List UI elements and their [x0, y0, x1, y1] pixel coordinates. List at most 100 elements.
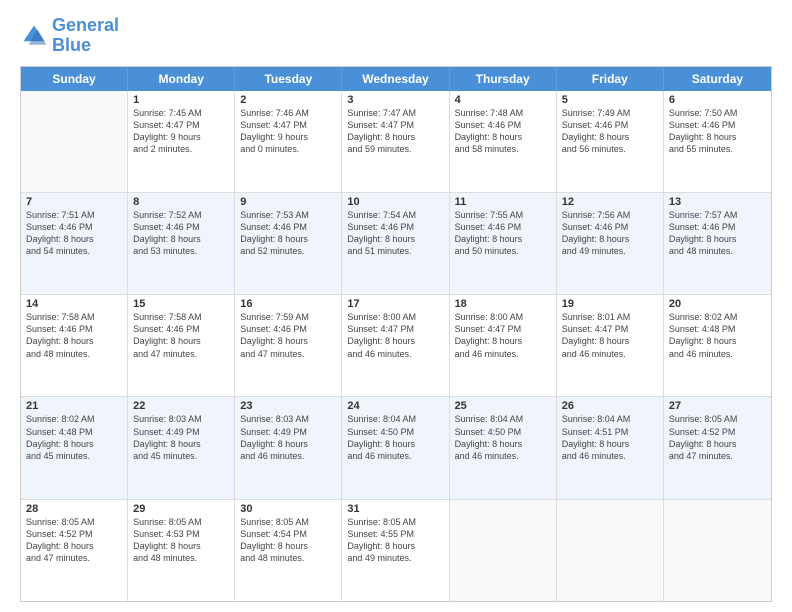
cell-line: Sunset: 4:46 PM: [240, 221, 336, 233]
cal-cell: 13Sunrise: 7:57 AMSunset: 4:46 PMDayligh…: [664, 193, 771, 294]
cell-line: Sunrise: 8:04 AM: [347, 413, 443, 425]
cell-line: Sunset: 4:49 PM: [240, 426, 336, 438]
day-number: 9: [240, 196, 336, 208]
cell-line: Sunrise: 8:04 AM: [455, 413, 551, 425]
cell-line: Sunset: 4:46 PM: [669, 221, 766, 233]
cell-line: and 45 minutes.: [26, 450, 122, 462]
cell-line: and 46 minutes.: [347, 348, 443, 360]
cell-line: Daylight: 8 hours: [562, 438, 658, 450]
cal-cell: 11Sunrise: 7:55 AMSunset: 4:46 PMDayligh…: [450, 193, 557, 294]
cell-line: Daylight: 8 hours: [455, 131, 551, 143]
day-number: 28: [26, 503, 122, 515]
cell-line: Sunset: 4:47 PM: [133, 119, 229, 131]
cell-line: Sunrise: 8:05 AM: [669, 413, 766, 425]
cal-cell: 16Sunrise: 7:59 AMSunset: 4:46 PMDayligh…: [235, 295, 342, 396]
logo-text: General Blue: [52, 16, 119, 56]
logo: General Blue: [20, 16, 119, 56]
calendar: SundayMondayTuesdayWednesdayThursdayFrid…: [20, 66, 772, 602]
cell-line: Daylight: 8 hours: [240, 540, 336, 552]
day-number: 14: [26, 298, 122, 310]
cell-line: Sunset: 4:46 PM: [133, 221, 229, 233]
cell-line: Sunset: 4:53 PM: [133, 528, 229, 540]
cell-line: Sunrise: 8:05 AM: [347, 516, 443, 528]
cal-cell: [450, 500, 557, 601]
page: General Blue SundayMondayTuesdayWednesda…: [0, 0, 792, 612]
cell-line: Sunrise: 7:49 AM: [562, 107, 658, 119]
cell-line: and 48 minutes.: [669, 245, 766, 257]
cal-cell: 22Sunrise: 8:03 AMSunset: 4:49 PMDayligh…: [128, 397, 235, 498]
cell-line: Sunrise: 7:50 AM: [669, 107, 766, 119]
logo-general: General: [52, 15, 119, 35]
day-number: 27: [669, 400, 766, 412]
cell-line: Daylight: 8 hours: [347, 131, 443, 143]
day-number: 18: [455, 298, 551, 310]
cell-line: and 45 minutes.: [133, 450, 229, 462]
cell-line: Sunset: 4:46 PM: [562, 119, 658, 131]
cell-line: Sunrise: 7:58 AM: [26, 311, 122, 323]
cell-line: Sunset: 4:46 PM: [133, 323, 229, 335]
cal-cell: 30Sunrise: 8:05 AMSunset: 4:54 PMDayligh…: [235, 500, 342, 601]
cell-line: Daylight: 8 hours: [669, 233, 766, 245]
day-number: 2: [240, 94, 336, 106]
cell-line: and 47 minutes.: [133, 348, 229, 360]
cell-line: Sunrise: 8:02 AM: [669, 311, 766, 323]
cal-cell: 10Sunrise: 7:54 AMSunset: 4:46 PMDayligh…: [342, 193, 449, 294]
cell-line: Daylight: 8 hours: [26, 438, 122, 450]
day-number: 22: [133, 400, 229, 412]
cell-line: Daylight: 8 hours: [133, 233, 229, 245]
day-number: 16: [240, 298, 336, 310]
calendar-header: SundayMondayTuesdayWednesdayThursdayFrid…: [21, 67, 771, 91]
cal-header-day: Wednesday: [342, 67, 449, 91]
cell-line: Sunrise: 8:04 AM: [562, 413, 658, 425]
day-number: 21: [26, 400, 122, 412]
cell-line: Sunrise: 8:01 AM: [562, 311, 658, 323]
logo-blue: Blue: [52, 35, 91, 55]
cal-cell: 20Sunrise: 8:02 AMSunset: 4:48 PMDayligh…: [664, 295, 771, 396]
cal-cell: 26Sunrise: 8:04 AMSunset: 4:51 PMDayligh…: [557, 397, 664, 498]
cell-line: Sunset: 4:46 PM: [455, 221, 551, 233]
cell-line: Sunrise: 7:55 AM: [455, 209, 551, 221]
cal-cell: 14Sunrise: 7:58 AMSunset: 4:46 PMDayligh…: [21, 295, 128, 396]
cell-line: and 48 minutes.: [133, 552, 229, 564]
cell-line: Sunset: 4:46 PM: [562, 221, 658, 233]
cell-line: Sunrise: 8:00 AM: [455, 311, 551, 323]
day-number: 11: [455, 196, 551, 208]
cell-line: and 46 minutes.: [240, 450, 336, 462]
cell-line: Sunrise: 7:57 AM: [669, 209, 766, 221]
cal-cell: 4Sunrise: 7:48 AMSunset: 4:46 PMDaylight…: [450, 91, 557, 192]
cell-line: Daylight: 8 hours: [26, 540, 122, 552]
day-number: 4: [455, 94, 551, 106]
cal-cell: 29Sunrise: 8:05 AMSunset: 4:53 PMDayligh…: [128, 500, 235, 601]
cell-line: Daylight: 8 hours: [133, 438, 229, 450]
cell-line: Sunset: 4:46 PM: [26, 221, 122, 233]
cell-line: and 59 minutes.: [347, 143, 443, 155]
cell-line: Daylight: 9 hours: [240, 131, 336, 143]
calendar-body: 1Sunrise: 7:45 AMSunset: 4:47 PMDaylight…: [21, 91, 771, 601]
day-number: 12: [562, 196, 658, 208]
cell-line: Daylight: 8 hours: [240, 438, 336, 450]
cell-line: Daylight: 8 hours: [562, 233, 658, 245]
cal-cell: [557, 500, 664, 601]
cell-line: Daylight: 8 hours: [455, 233, 551, 245]
cell-line: Sunrise: 8:00 AM: [347, 311, 443, 323]
day-number: 20: [669, 298, 766, 310]
cell-line: and 49 minutes.: [562, 245, 658, 257]
cell-line: and 0 minutes.: [240, 143, 336, 155]
cell-line: Daylight: 8 hours: [347, 540, 443, 552]
cal-cell: 19Sunrise: 8:01 AMSunset: 4:47 PMDayligh…: [557, 295, 664, 396]
cal-cell: 1Sunrise: 7:45 AMSunset: 4:47 PMDaylight…: [128, 91, 235, 192]
cell-line: Sunrise: 7:58 AM: [133, 311, 229, 323]
cell-line: and 47 minutes.: [26, 552, 122, 564]
cal-cell: 18Sunrise: 8:00 AMSunset: 4:47 PMDayligh…: [450, 295, 557, 396]
cell-line: and 48 minutes.: [240, 552, 336, 564]
cal-cell: 5Sunrise: 7:49 AMSunset: 4:46 PMDaylight…: [557, 91, 664, 192]
cell-line: and 46 minutes.: [562, 450, 658, 462]
cell-line: Sunset: 4:46 PM: [240, 323, 336, 335]
cal-cell: 2Sunrise: 7:46 AMSunset: 4:47 PMDaylight…: [235, 91, 342, 192]
cell-line: Sunset: 4:54 PM: [240, 528, 336, 540]
day-number: 10: [347, 196, 443, 208]
cal-cell: 15Sunrise: 7:58 AMSunset: 4:46 PMDayligh…: [128, 295, 235, 396]
cal-cell: 23Sunrise: 8:03 AMSunset: 4:49 PMDayligh…: [235, 397, 342, 498]
cal-header-day: Monday: [128, 67, 235, 91]
cal-week-row: 28Sunrise: 8:05 AMSunset: 4:52 PMDayligh…: [21, 500, 771, 601]
